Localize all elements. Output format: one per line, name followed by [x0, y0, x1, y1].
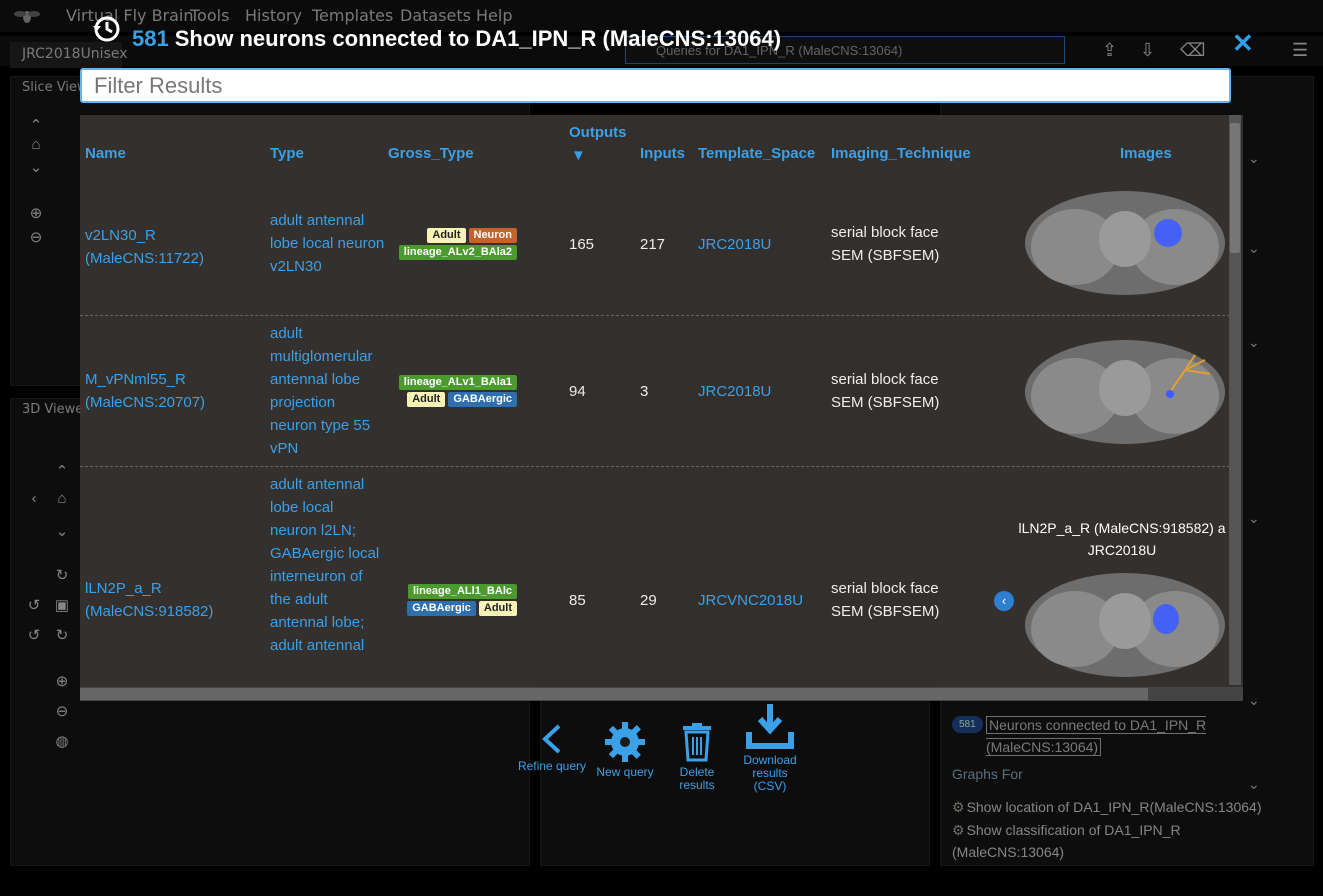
- delete-results-button[interactable]: Delete results: [662, 722, 732, 792]
- results-title: 581 Show neurons connected to DA1_IPN_R (…: [132, 26, 781, 52]
- col-header-type[interactable]: Type: [270, 143, 304, 165]
- image-caption: lLN2P_a_R (MaleCNS:918582) a JRC2018U: [1018, 520, 1226, 558]
- neuron-name-link[interactable]: lLN2P_a_R (MaleCNS:918582): [85, 577, 255, 623]
- badge-adult: Adult: [427, 228, 466, 243]
- gross-type-badges: Adult Neuron lineage_ALv2_BAla2: [387, 228, 517, 260]
- template-space-link[interactable]: JRCVNC2018U: [698, 589, 803, 612]
- table-row: lLN2P_a_R (MaleCNS:918582) adult antenna…: [80, 467, 1230, 701]
- badge-gabaergic: GABAergic: [407, 601, 476, 616]
- refine-query-button[interactable]: Refine query: [517, 722, 587, 773]
- results-table: Name Type Gross_Type Outputs ▼ Inputs Te…: [80, 115, 1243, 701]
- neuron-image-thumbnail[interactable]: [1020, 563, 1230, 687]
- badge-neuron: Neuron: [468, 228, 517, 243]
- badge-gabaergic: GABAergic: [448, 392, 517, 407]
- results-count: 581: [132, 26, 169, 51]
- inputs-value: 3: [640, 383, 649, 400]
- gross-type-badges: lineage_ALv1_BAla1 Adult GABAergic: [387, 375, 517, 407]
- neuron-name-link[interactable]: v2LN30_R (MaleCNS:11722): [85, 224, 245, 270]
- horizontal-scroll-thumb[interactable]: [80, 688, 1148, 700]
- template-space-link[interactable]: JRC2018U: [698, 233, 771, 256]
- imaging-technique: serial block face SEM (SBFSEM): [831, 371, 940, 411]
- gross-type-badges: lineage_ALl1_BAlc GABAergic Adult: [387, 584, 517, 616]
- imaging-technique: serial block face SEM (SBFSEM): [831, 224, 940, 264]
- chevron-left-icon: [542, 724, 561, 754]
- outputs-value: 85: [569, 592, 586, 609]
- close-icon[interactable]: ✕: [1232, 30, 1254, 56]
- col-header-images: Images: [1120, 145, 1172, 162]
- new-query-label: New query: [596, 765, 654, 779]
- table-row: v2LN30_R (MaleCNS:11722) adult antennal …: [80, 169, 1230, 316]
- badge-adult: Adult: [478, 601, 517, 616]
- results-title-text: Show neurons connected to DA1_IPN_R (Mal…: [174, 26, 782, 51]
- col-header-imaging[interactable]: Imaging_Technique: [831, 143, 971, 165]
- neuron-name-link[interactable]: M_vPNml55_R (MaleCNS:20707): [85, 368, 255, 414]
- table-row: M_vPNml55_R (MaleCNS:20707) adult multig…: [80, 316, 1230, 467]
- history-icon[interactable]: [92, 14, 122, 44]
- trash-icon: [683, 723, 711, 762]
- outputs-value: 165: [569, 236, 595, 253]
- col-header-template-space[interactable]: Template_Space: [698, 143, 815, 165]
- carousel-prev-icon[interactable]: ‹: [994, 591, 1014, 611]
- col-header-outputs[interactable]: Outputs: [569, 122, 627, 144]
- gear-icon: [605, 722, 645, 762]
- download-csv-label: Download results (CSV): [743, 753, 797, 793]
- inputs-value: 217: [640, 236, 666, 253]
- delete-results-label: Delete results: [679, 765, 715, 792]
- badge-lineage: lineage_ALv2_BAla2: [398, 245, 517, 260]
- vertical-scroll-thumb[interactable]: [1230, 123, 1240, 253]
- badge-adult: Adult: [407, 392, 446, 407]
- neuron-type-link[interactable]: adult antennal lobe local neuron v2LN30: [270, 209, 385, 278]
- badge-lineage: lineage_ALl1_BAlc: [407, 584, 517, 599]
- template-space-link[interactable]: JRC2018U: [698, 380, 771, 403]
- download-csv-button[interactable]: Download results (CSV): [735, 702, 805, 793]
- new-query-button[interactable]: New query: [590, 722, 660, 779]
- col-header-gross-type[interactable]: Gross_Type: [388, 143, 474, 165]
- filter-results-input[interactable]: [80, 68, 1231, 103]
- sort-desc-icon[interactable]: ▼: [571, 145, 586, 167]
- outputs-value: 94: [569, 383, 586, 400]
- badge-lineage: lineage_ALv1_BAla1: [398, 375, 517, 390]
- neuron-image-thumbnail[interactable]: [1020, 181, 1230, 305]
- neuron-image-thumbnail[interactable]: [1020, 330, 1230, 454]
- col-header-name[interactable]: Name: [85, 143, 126, 165]
- inputs-value: 29: [640, 592, 657, 609]
- neuron-type-link[interactable]: adult antennal lobe local neuron l2LN; G…: [270, 473, 380, 657]
- refine-query-label: Refine query: [517, 759, 587, 773]
- download-icon: [746, 704, 794, 749]
- col-header-inputs[interactable]: Inputs: [640, 143, 685, 165]
- imaging-technique: serial block face SEM (SBFSEM): [831, 580, 940, 620]
- neuron-type-link[interactable]: adult multiglomerular antennal lobe proj…: [270, 322, 385, 460]
